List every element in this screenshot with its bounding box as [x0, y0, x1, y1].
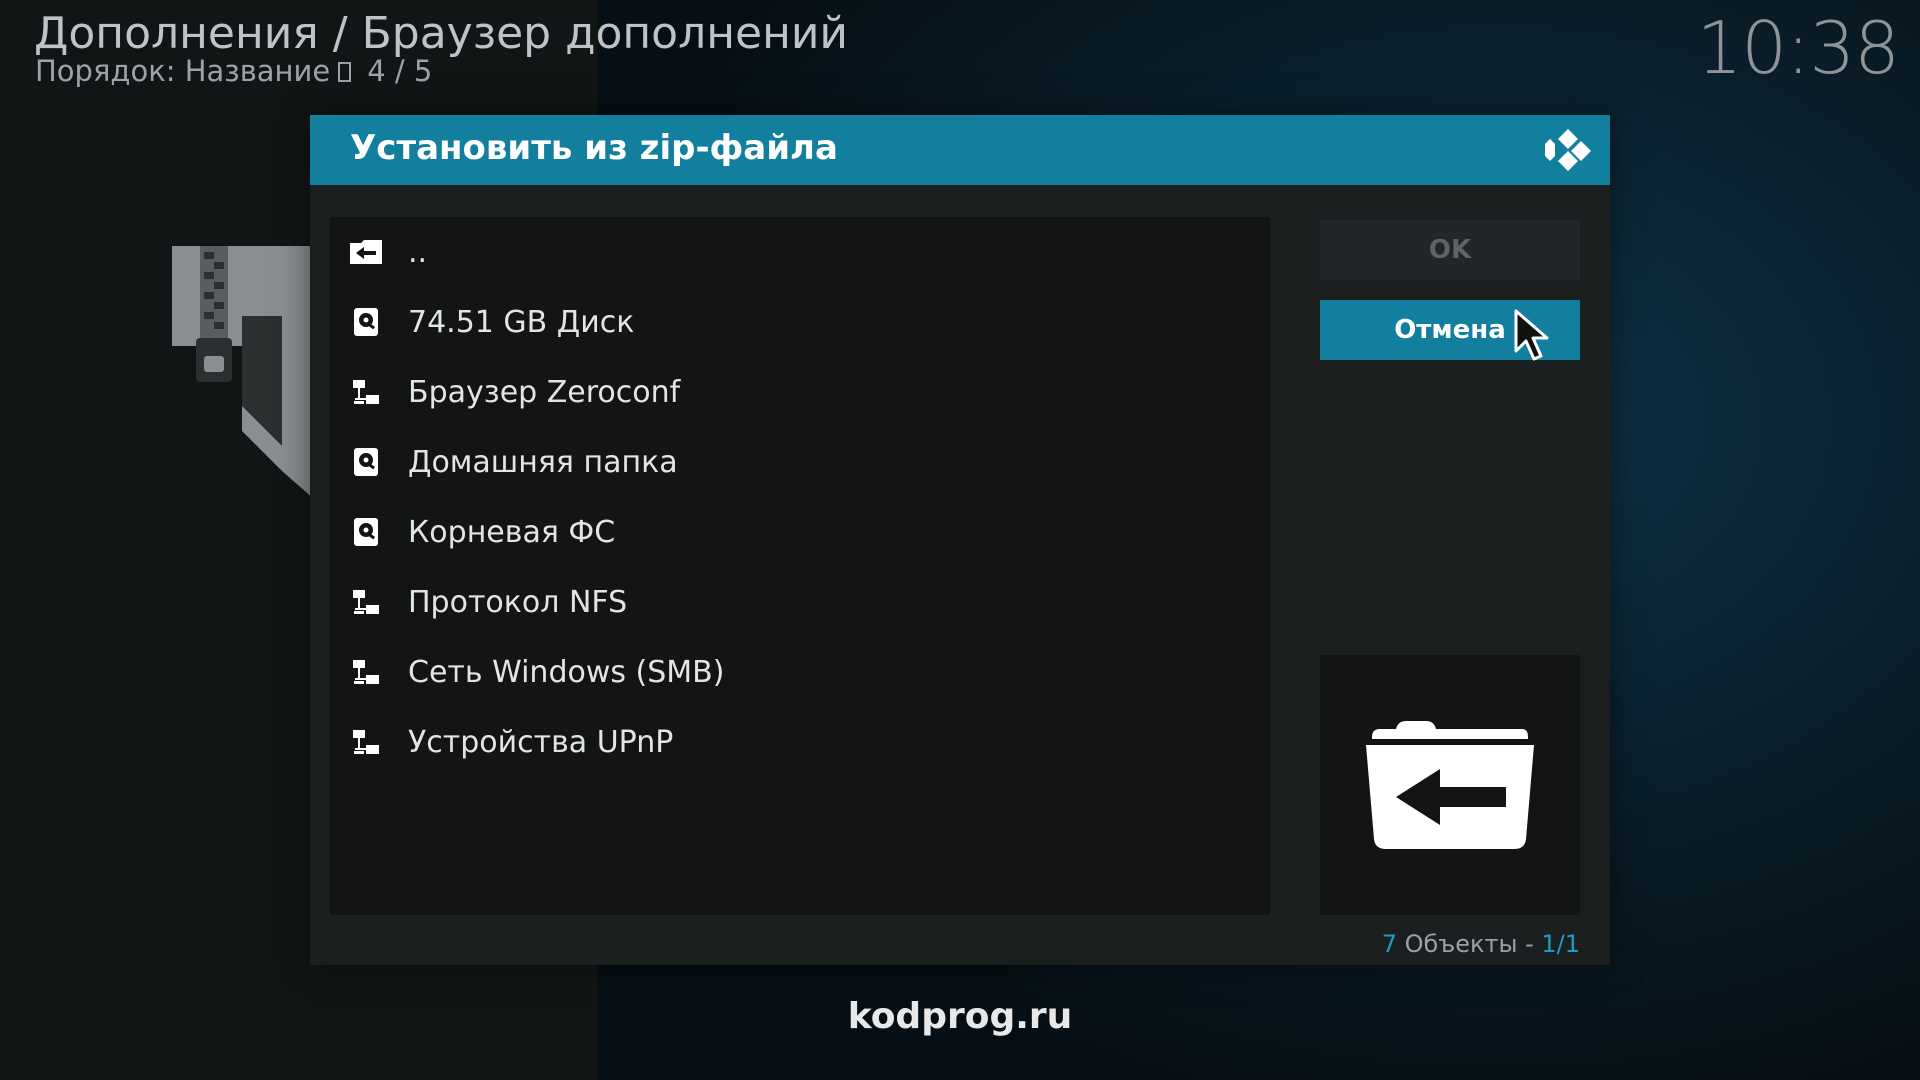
hard-drive-icon — [348, 514, 384, 550]
breadcrumb: Дополнения / Браузер дополнений — [34, 8, 849, 59]
install-from-zip-dialog: Установить из zip-файла .. 74.51 GB Диск… — [310, 115, 1610, 965]
list-item-zeroconf[interactable]: Браузер Zeroconf — [330, 357, 1270, 427]
list-item-smb[interactable]: Сеть Windows (SMB) — [330, 637, 1270, 707]
clock: 10:38 — [1696, 6, 1900, 90]
network-icon — [348, 654, 384, 690]
sort-direction-icon — [338, 62, 352, 82]
hard-drive-icon — [348, 304, 384, 340]
items-count-text: Объекты - — [1396, 930, 1542, 958]
file-list: .. 74.51 GB Диск Браузер Zeroconf Домашн… — [330, 217, 1270, 915]
dialog-header: Установить из zip-файла — [310, 115, 1610, 185]
items-count-pages: 1/1 — [1541, 930, 1580, 958]
mouse-cursor-icon — [1514, 309, 1549, 361]
page-counter: 4 / 5 — [367, 54, 433, 88]
items-count-number: 7 — [1381, 930, 1397, 958]
sort-info: Порядок: Название 4 / 5 — [35, 54, 432, 88]
list-item-upnp[interactable]: Устройства UPnP — [330, 707, 1270, 777]
watermark: kodprog.ru — [847, 996, 1073, 1037]
list-item-root-fs[interactable]: Корневая ФС — [330, 497, 1270, 567]
folder-back-icon — [1366, 721, 1534, 849]
network-icon — [348, 584, 384, 620]
dialog-title: Установить из zip-файла — [350, 128, 838, 168]
preview-thumbnail — [1320, 655, 1580, 915]
kodi-logo-icon — [1545, 129, 1591, 171]
list-item-nfs[interactable]: Протокол NFS — [330, 567, 1270, 637]
folder-back-icon — [348, 234, 384, 270]
sort-label: Порядок: Название — [35, 54, 331, 88]
items-count: 7 Объекты - 1/1 — [1382, 930, 1580, 958]
list-item-disk[interactable]: 74.51 GB Диск — [330, 287, 1270, 357]
zip-install-icon — [172, 246, 322, 506]
network-icon — [348, 724, 384, 760]
list-item-home-folder[interactable]: Домашняя папка — [330, 427, 1270, 497]
hard-drive-icon — [348, 444, 384, 480]
list-item-parent-folder[interactable]: .. — [330, 217, 1270, 287]
ok-button[interactable]: OK — [1320, 220, 1580, 280]
network-icon — [348, 374, 384, 410]
